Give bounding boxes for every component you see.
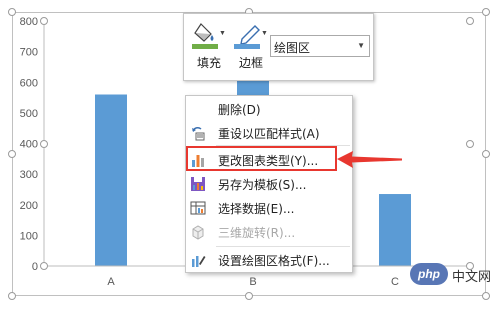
select-data-icon <box>190 201 206 215</box>
x-tick-label: A <box>107 276 115 288</box>
fill-dropdown-arrow-icon[interactable]: ▼ <box>219 30 226 37</box>
bar[interactable] <box>95 94 127 267</box>
fill-button[interactable]: ▼ 填充 <box>190 18 228 78</box>
x-tick-label: C <box>391 276 399 288</box>
fill-label: 填充 <box>196 56 221 70</box>
menu-item-reset-style[interactable]: 重设以匹配样式(A) <box>186 122 352 144</box>
reset-style-icon <box>192 127 205 141</box>
y-tick-label: 700 <box>20 47 38 59</box>
menu-separator <box>216 246 350 247</box>
watermark-logo: php <box>410 263 448 285</box>
resize-handle[interactable] <box>8 8 16 16</box>
border-label: 边框 <box>238 56 263 70</box>
chart-element-select-value: 绘图区 <box>274 41 311 55</box>
format-plot-area-icon <box>192 256 206 267</box>
resize-handle[interactable] <box>482 8 490 16</box>
chart-type-icon <box>192 155 204 167</box>
y-tick-label: 300 <box>20 169 38 181</box>
menu-item-select-data[interactable]: 选择数据(E)... <box>186 197 352 219</box>
resize-handle[interactable] <box>466 140 474 148</box>
menu-item-save-as-template[interactable]: 另存为模板(S)... <box>186 173 352 195</box>
save-template-icon <box>191 177 205 191</box>
resize-handle[interactable] <box>40 140 48 148</box>
menu-item-label: 选择数据(E)... <box>218 202 295 216</box>
y-tick-label: 0 <box>32 261 38 273</box>
menu-item-3d-rotation[interactable]: 三维旋转(R)... <box>186 221 352 243</box>
y-tick-label: 600 <box>20 77 38 89</box>
menu-item-format-plot-area[interactable]: 设置绘图区格式(F)... <box>186 249 352 271</box>
resize-handle[interactable] <box>245 292 253 300</box>
y-tick-label: 800 <box>20 16 38 28</box>
y-tick-label: 200 <box>20 200 38 212</box>
y-tick-label: 100 <box>20 230 38 242</box>
3d-rotation-icon <box>192 225 204 240</box>
chevron-down-icon[interactable]: ▼ <box>357 41 365 50</box>
bar[interactable] <box>379 194 411 266</box>
resize-handle[interactable] <box>466 17 474 25</box>
resize-handle[interactable] <box>40 262 48 270</box>
watermark-text: 中文网 <box>452 270 492 285</box>
menu-item-label: 重设以匹配样式(A) <box>218 127 320 141</box>
resize-handle[interactable] <box>40 17 48 25</box>
menu-item-label: 另存为模板(S)... <box>218 178 307 192</box>
menu-item-change-chart-type[interactable]: 更改图表类型(Y)... <box>186 149 352 171</box>
mini-toolbar: ▼ 填充 ▼ 边框 绘图区 ▼ <box>183 13 374 81</box>
resize-handle[interactable] <box>8 292 16 300</box>
menu-separator <box>216 145 350 146</box>
menu-item-label: 删除(D) <box>218 103 261 117</box>
menu-item-delete[interactable]: 删除(D) <box>186 98 352 120</box>
resize-handle[interactable] <box>8 150 16 158</box>
y-tick-label: 500 <box>20 108 38 120</box>
menu-item-label: 三维旋转(R)... <box>218 226 296 240</box>
x-tick-label: B <box>249 276 256 288</box>
resize-handle[interactable] <box>482 150 490 158</box>
border-dropdown-arrow-icon[interactable]: ▼ <box>261 30 268 37</box>
chart-element-select[interactable]: 绘图区 ▼ <box>270 35 370 57</box>
menu-item-label: 设置绘图区格式(F)... <box>218 254 330 268</box>
menu-item-label: 更改图表类型(Y)... <box>218 154 319 168</box>
resize-handle[interactable] <box>482 292 490 300</box>
border-button[interactable]: ▼ 边框 <box>232 18 270 78</box>
y-tick-label: 400 <box>20 139 38 151</box>
watermark: php 中文网 <box>410 263 498 285</box>
context-menu: 删除(D) 重设以匹配样式(A) 更改图表类型(Y)... 另存为模板(S)..… <box>185 95 353 273</box>
